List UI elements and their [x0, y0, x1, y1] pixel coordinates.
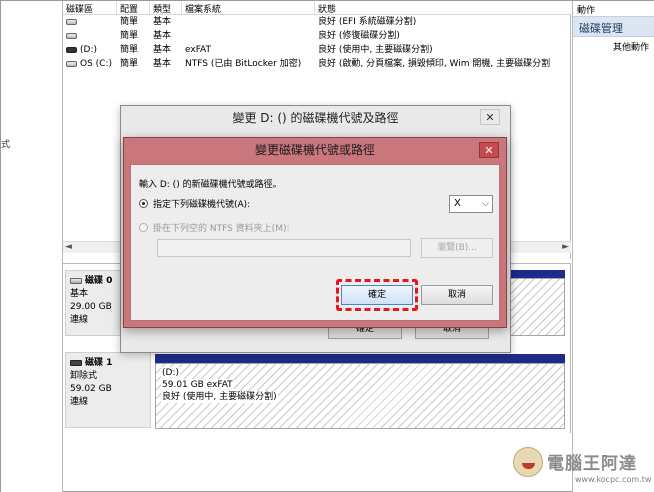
dialog-title: 變更 D: () 的磁碟機代號及路徑	[232, 111, 399, 125]
col-header-type[interactable]: 類型	[150, 2, 182, 14]
volume-row[interactable]: (D:) 簡單 基本 exFAT 良好 (使用中, 主要磁碟分割)	[63, 44, 571, 57]
volume-row[interactable]: OS (C:) 簡單 基本 NTFS (已由 BitLocker 加密) 良好 …	[63, 58, 571, 71]
col-header-volume[interactable]: 磁碟區	[63, 2, 117, 14]
partition-label: (D:)	[161, 367, 180, 379]
change-drive-letter-dialog: 變更磁碟機代號或路徑 ✕ 輸入 D: () 的新磁碟機代號或路徑。 指定下列磁碟…	[123, 137, 507, 328]
console-tree-pane: 式	[1, 1, 63, 492]
removable-disk-icon	[70, 359, 82, 366]
dialog-body: 輸入 D: () 的新磁碟機代號或路徑。 指定下列磁碟機代號(A): X ⌵ 掛…	[130, 164, 500, 321]
more-actions-link[interactable]: 其他動作	[573, 37, 654, 56]
partition-status: 良好 (使用中, 主要磁碟分割)	[161, 391, 278, 403]
scroll-left-arrow-icon[interactable]: ◄	[65, 242, 72, 252]
drive-icon	[66, 18, 77, 25]
watermark-url: www.kocpc.com.tw	[575, 475, 652, 484]
removable-drive-icon	[66, 46, 77, 53]
close-icon[interactable]: ✕	[480, 109, 500, 125]
mount-folder-radio[interactable]	[139, 223, 148, 232]
disk-1-partition-d[interactable]: (D:) 59.01 GB exFAT 良好 (使用中, 主要磁碟分割)	[155, 363, 565, 429]
close-icon[interactable]: ✕	[479, 142, 499, 158]
disk-1-partition-bar	[155, 354, 565, 363]
col-header-status[interactable]: 狀態	[315, 2, 571, 14]
col-header-layout[interactable]: 配置	[117, 2, 150, 14]
volume-row[interactable]: 簡單 基本 良好 (EFI 系統磁碟分割)	[63, 16, 571, 29]
volume-row[interactable]: 簡單 基本 良好 (修復磁碟分割)	[63, 30, 571, 43]
disk-1-label[interactable]: 磁碟 1 卸除式 59.02 GB 連線	[65, 352, 151, 428]
scroll-right-arrow-icon[interactable]: ►	[562, 242, 569, 252]
actions-section-disk-management[interactable]: 磁碟管理	[573, 17, 654, 37]
disk-management-window: 式 磁碟區 配置 類型 檔案系統 狀態 簡單 基本 良好 (EFI 系統磁碟分割…	[0, 0, 654, 492]
drive-letter-select[interactable]: X ⌵	[449, 195, 493, 213]
click-highlight	[336, 279, 418, 311]
clipped-tree-text: 式	[1, 140, 11, 150]
cancel-button[interactable]: 取消	[421, 285, 493, 305]
assign-letter-label[interactable]: 指定下列磁碟機代號(A):	[153, 197, 250, 210]
chevron-down-icon: ⌵	[482, 199, 489, 209]
disk-0-partition[interactable]	[507, 278, 565, 336]
dialog-title: 變更磁碟機代號或路徑	[254, 143, 375, 157]
col-header-filesystem[interactable]: 檔案系統	[182, 2, 315, 14]
watermark-title: 電腦王阿達	[547, 454, 637, 474]
prompt-text: 輸入 D: () 的新磁碟機代號或路徑。	[139, 180, 282, 190]
drive-icon	[66, 60, 77, 67]
folder-path-input[interactable]	[157, 239, 411, 257]
mount-folder-label[interactable]: 掛在下列空的 NTFS 資料夾上(M):	[153, 221, 290, 234]
partition-detail: 59.01 GB exFAT	[161, 379, 234, 391]
volume-list-header: 磁碟區 配置 類型 檔案系統 狀態	[63, 1, 571, 15]
assign-letter-radio[interactable]	[139, 199, 148, 208]
actions-pane: 動作 磁碟管理 其他動作	[572, 1, 654, 492]
site-watermark: 電腦王阿達 www.kocpc.com.tw	[509, 445, 654, 491]
disk-0-partition-bar	[507, 270, 565, 278]
disk-icon	[70, 277, 82, 284]
browse-button[interactable]: 瀏覽(B)...	[421, 238, 493, 258]
drive-icon	[66, 32, 77, 39]
actions-header: 動作	[573, 1, 654, 17]
mascot-logo-icon	[513, 447, 543, 477]
